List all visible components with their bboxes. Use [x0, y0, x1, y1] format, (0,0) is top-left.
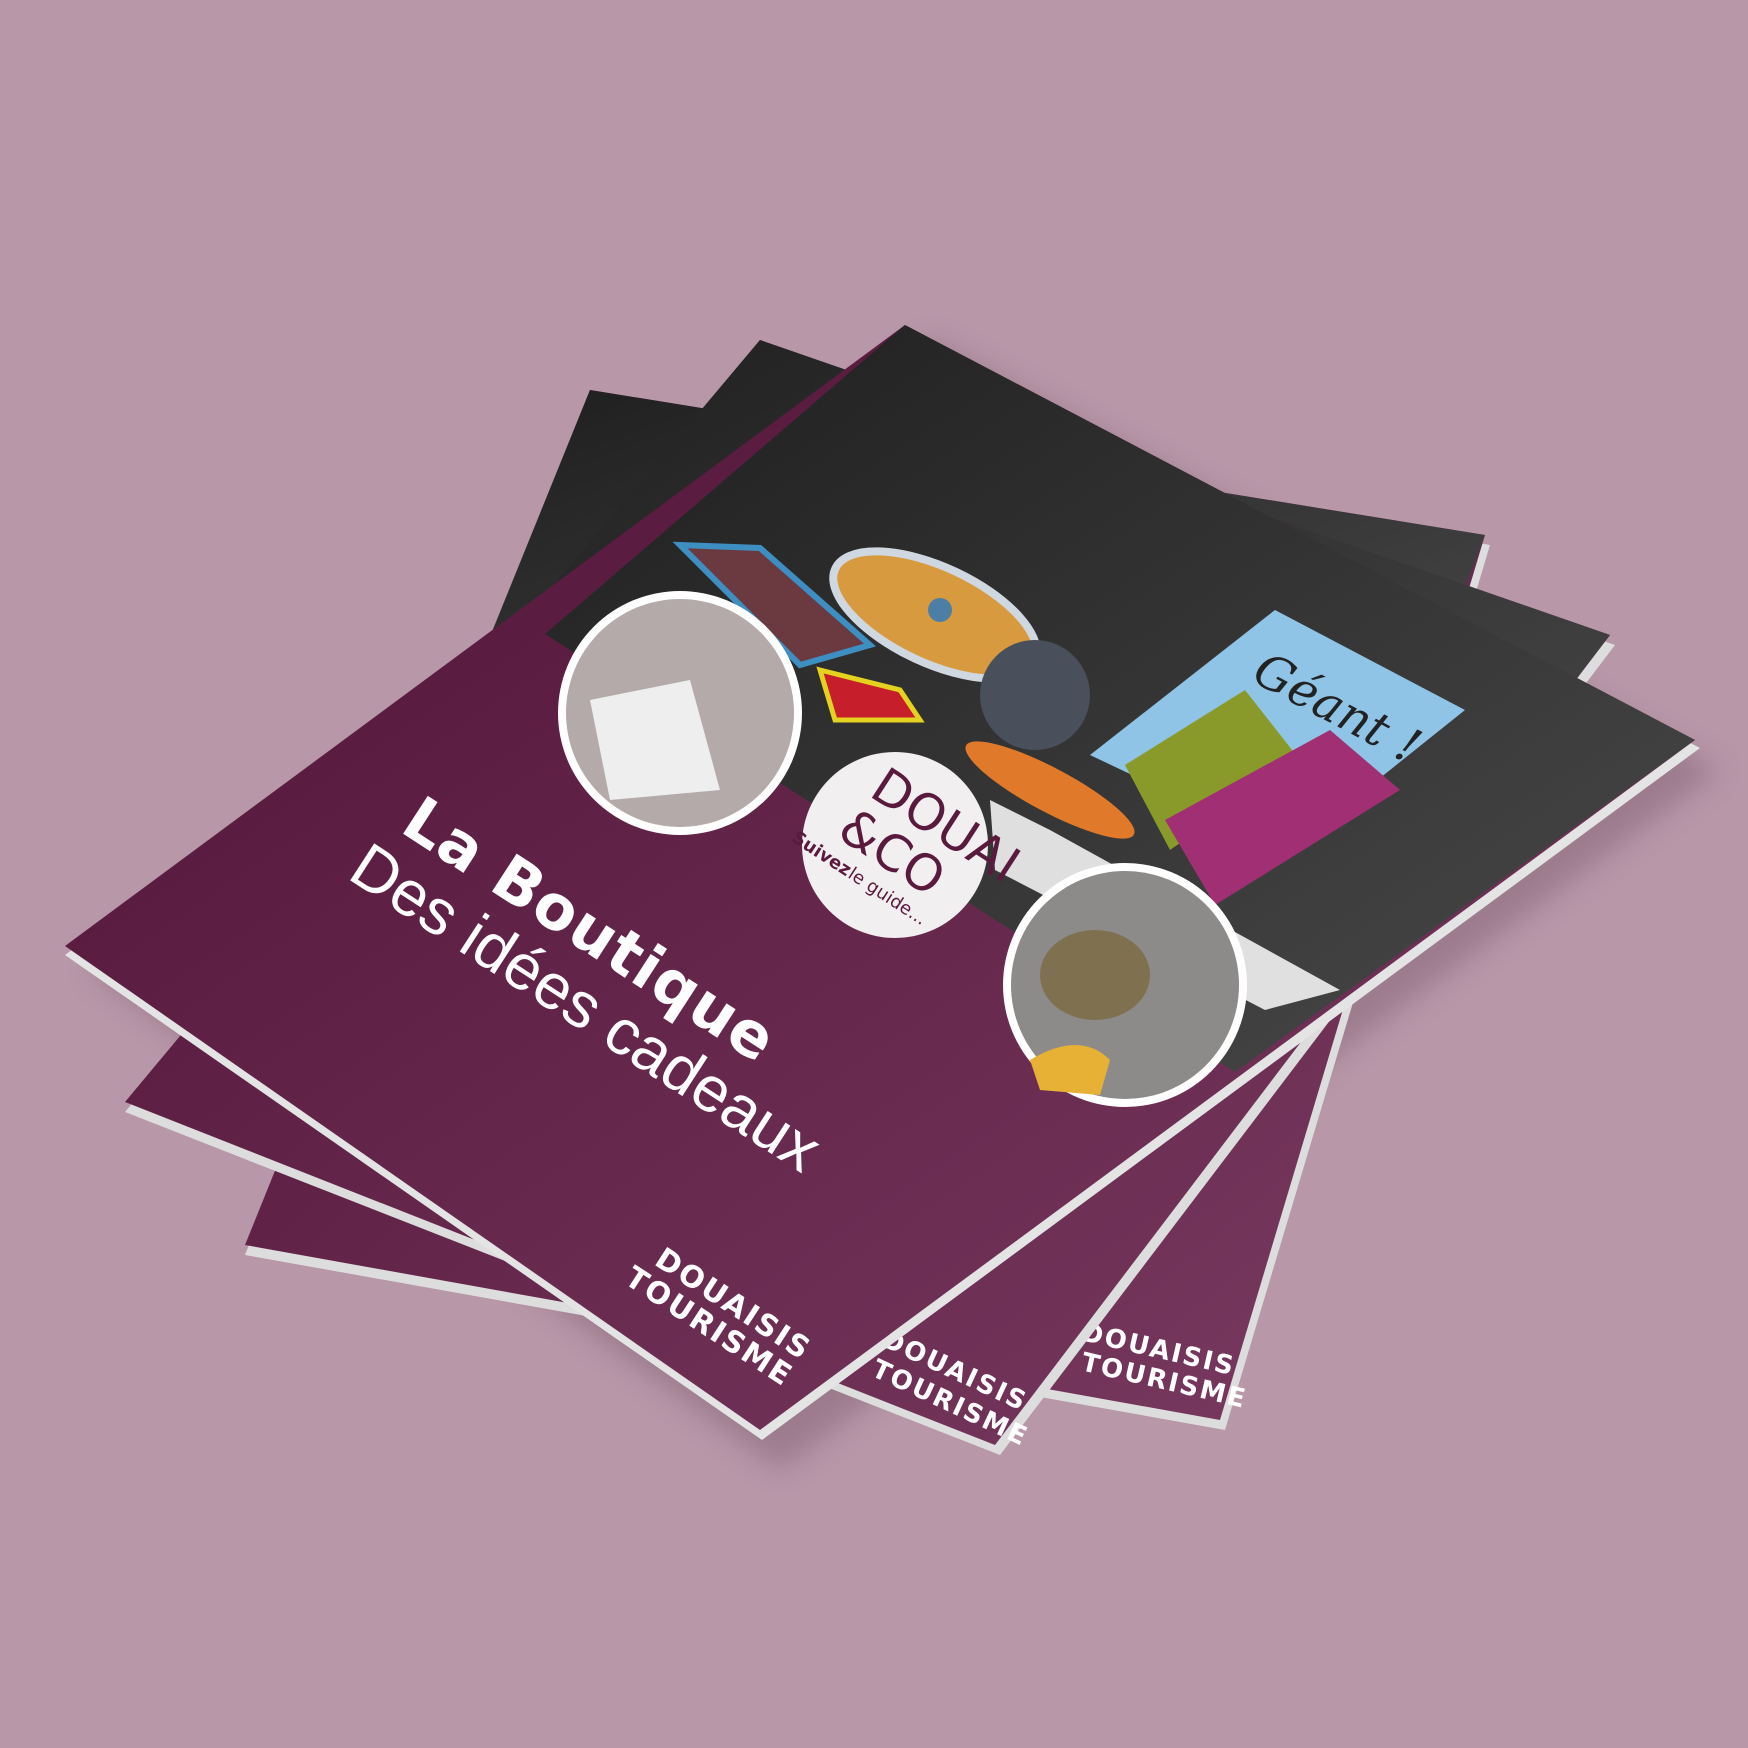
brochure-cover: Géant ! DOUAI &CO Suivez le guide... DOU… — [65, 325, 1700, 1440]
brochure-stack: DOUAISIS TOURISME DOUAISIS TOURISME Géan… — [65, 325, 1720, 1470]
